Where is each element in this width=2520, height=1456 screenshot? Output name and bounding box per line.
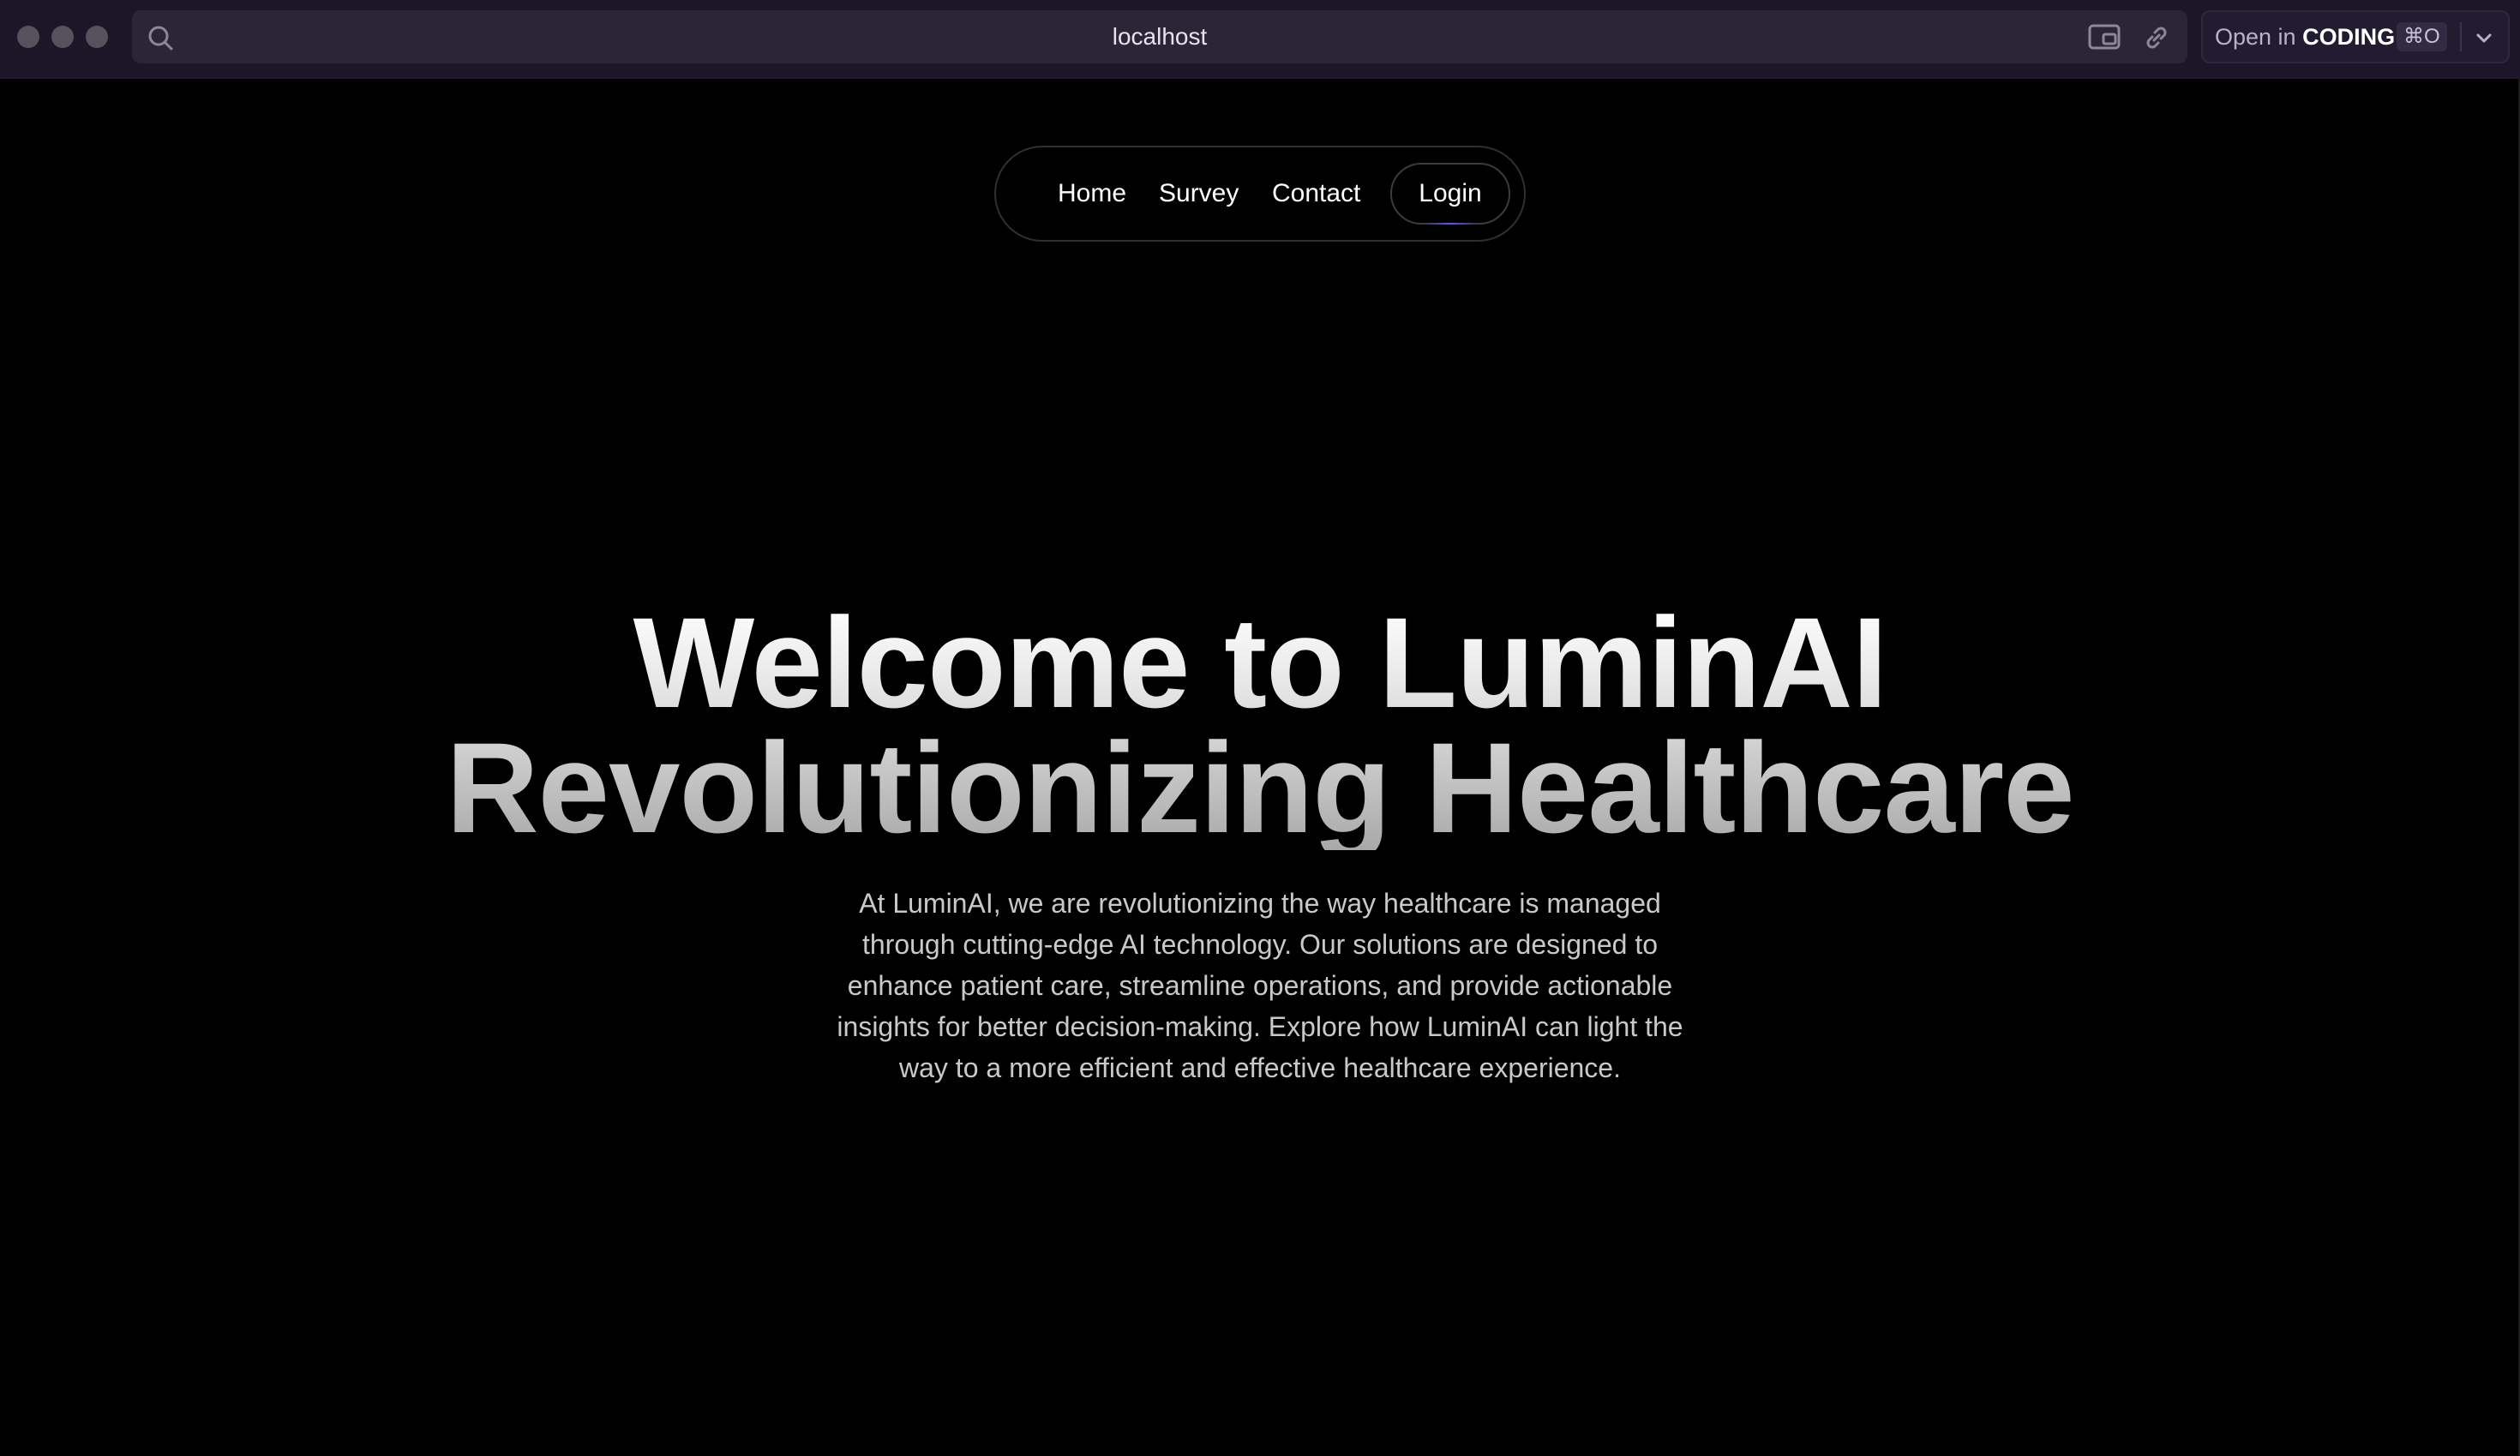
nav-link-survey[interactable]: Survey: [1159, 147, 1239, 240]
browser-toolbar: localhost Open in CODING ⌘O: [0, 0, 2520, 79]
open-in-divider: [2460, 22, 2462, 51]
hero-title-line-1: Welcome to LuminAI: [633, 590, 1887, 734]
main-navigation: Home Survey Contact Login: [994, 146, 1526, 242]
login-button-label: Login: [1419, 179, 1482, 207]
pip-icon[interactable]: [2088, 22, 2122, 51]
open-in-label: Open in CODING: [2215, 12, 2395, 62]
browser-window: localhost Open in CODING ⌘O Home Survey …: [0, 0, 2520, 1456]
nav-link-contact[interactable]: Contact: [1272, 147, 1360, 240]
maximize-window-button[interactable]: [86, 26, 108, 48]
address-bar[interactable]: localhost: [132, 10, 2187, 63]
open-in-button[interactable]: Open in CODING ⌘O: [2201, 10, 2510, 63]
minimize-window-button[interactable]: [51, 26, 74, 48]
open-in-shortcut-badge: ⌘O: [2397, 22, 2447, 51]
nav-link-home[interactable]: Home: [1058, 147, 1126, 240]
hero-title: Welcome to LuminAI Revolutionizing Healt…: [0, 600, 2520, 850]
link-icon[interactable]: [2141, 22, 2172, 53]
address-text[interactable]: localhost: [132, 10, 2187, 63]
close-window-button[interactable]: [17, 26, 39, 48]
open-in-prefix: Open in: [2215, 24, 2296, 50]
chevron-down-icon[interactable]: [2472, 26, 2496, 50]
hero-title-line-2: Revolutionizing Healthcare: [446, 716, 2074, 860]
login-glow-underline: [1423, 223, 1478, 225]
login-button[interactable]: Login: [1390, 163, 1510, 225]
hero-description: At LuminAI, we are revolutionizing the w…: [837, 888, 1683, 1083]
open-in-app-name: CODING: [2302, 24, 2396, 50]
